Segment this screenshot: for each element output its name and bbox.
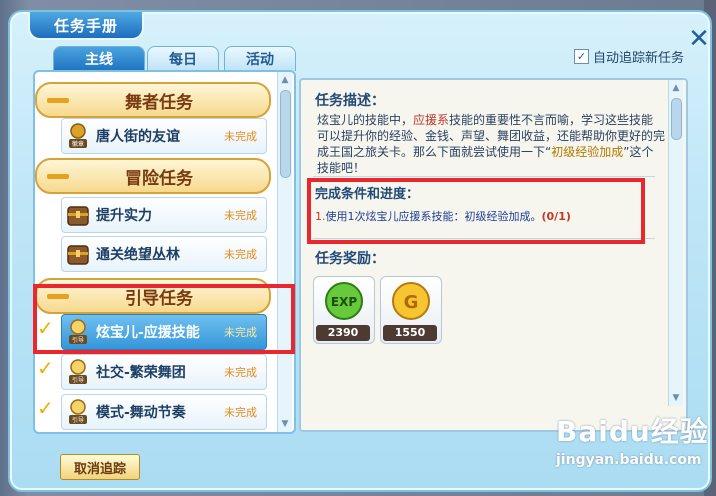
watermark-sub: jingyan.baidu.com bbox=[556, 452, 702, 468]
task-item[interactable]: 引导 模式-舞动节奏 未完成 bbox=[61, 394, 267, 430]
tab-main[interactable]: 主线 bbox=[53, 46, 145, 71]
tracked-check-icon: ✓ bbox=[37, 396, 54, 420]
category-label: 舞者任务 bbox=[125, 92, 193, 113]
scroll-thumb[interactable] bbox=[671, 98, 682, 140]
description-title: 任务描述： bbox=[315, 93, 385, 109]
checkbox-icon[interactable]: ✓ bbox=[574, 49, 589, 64]
badge-icon: 徽章 bbox=[69, 123, 87, 148]
svg-text:EXP: EXP bbox=[331, 295, 357, 309]
task-status: 未完成 bbox=[224, 248, 257, 261]
collapse-icon bbox=[47, 173, 69, 179]
task-detail-panel: 任务描述： 炫宝儿的技能中，应援系技能的重要性不言而喻，学习这些技能可以提升你的… bbox=[299, 78, 688, 432]
task-name: 唐人街的友谊 bbox=[96, 129, 180, 145]
task-list-scrollbar[interactable]: ▲ ▼ bbox=[277, 72, 292, 432]
desc-text: 炫宝儿的技能中， bbox=[317, 113, 414, 127]
scroll-down-icon[interactable]: ▼ bbox=[669, 392, 683, 404]
reward-value: 1550 bbox=[383, 325, 437, 341]
chest-icon bbox=[67, 206, 89, 226]
reward-gold: G 1550 bbox=[380, 276, 442, 344]
task-name: 模式-舞动节奏 bbox=[96, 405, 186, 421]
task-status: 未完成 bbox=[224, 209, 257, 222]
task-list-panel: 舞者任务 徽章 唐人街的友谊 未完成 冒险任务 提升实力 未完成 通关绝望丛林 … bbox=[33, 70, 296, 434]
tab-daily[interactable]: 每日 bbox=[147, 46, 219, 71]
category-dancer[interactable]: 舞者任务 bbox=[35, 82, 271, 118]
task-description: 炫宝儿的技能中，应援系技能的重要性不言而喻，学习这些技能可以提升你的经验、金钱、… bbox=[317, 112, 665, 176]
task-name: 提升实力 bbox=[96, 208, 152, 224]
task-name: 社交-繁荣舞团 bbox=[96, 365, 186, 381]
task-status: 未完成 bbox=[224, 130, 257, 143]
chest-icon bbox=[67, 245, 89, 265]
collapse-icon bbox=[47, 97, 69, 103]
svg-text:G: G bbox=[404, 292, 419, 313]
category-label: 冒险任务 bbox=[125, 168, 193, 189]
scroll-down-icon[interactable]: ▼ bbox=[278, 418, 292, 430]
divider bbox=[313, 176, 655, 177]
detail-scrollbar[interactable]: ▲ ▼ bbox=[668, 80, 683, 406]
guide-icon: 引导 bbox=[69, 399, 87, 424]
annotation-box bbox=[33, 284, 295, 354]
task-item[interactable]: 徽章 唐人街的友谊 未完成 bbox=[61, 118, 267, 154]
task-item[interactable]: 引导 社交-繁荣舞团 未完成 bbox=[61, 354, 267, 390]
task-item[interactable]: 通关绝望丛林 未完成 bbox=[61, 236, 267, 272]
scroll-thumb[interactable] bbox=[280, 90, 291, 178]
reward-value: 2390 bbox=[316, 325, 370, 341]
task-status: 未完成 bbox=[224, 406, 257, 419]
watermark: Baidu经验 jingyan.baidu.com bbox=[556, 410, 709, 468]
scroll-up-icon[interactable]: ▲ bbox=[278, 74, 292, 86]
task-item[interactable]: 提升实力 未完成 bbox=[61, 197, 267, 233]
reward-exp: EXP 2390 bbox=[313, 276, 375, 344]
guide-icon: 引导 bbox=[69, 359, 87, 384]
reward-title: 任务奖励： bbox=[315, 251, 385, 267]
task-status: 未完成 bbox=[224, 366, 257, 379]
cancel-track-button[interactable]: 取消追踪 bbox=[60, 454, 140, 480]
tab-event[interactable]: 活动 bbox=[224, 46, 296, 71]
category-adventure[interactable]: 冒险任务 bbox=[35, 158, 271, 194]
auto-track-label: 自动追踪新任务 bbox=[593, 51, 685, 66]
watermark-main: Baidu经验 bbox=[556, 415, 709, 448]
auto-track-toggle[interactable]: ✓ 自动追踪新任务 bbox=[574, 47, 684, 66]
svg-text:引导: 引导 bbox=[72, 416, 84, 424]
window-title: 任务手册 bbox=[28, 12, 144, 40]
annotation-box bbox=[307, 178, 645, 244]
desc-highlight: 应援系 bbox=[413, 113, 450, 127]
svg-text:徽章: 徽章 bbox=[72, 140, 84, 148]
task-name: 通关绝望丛林 bbox=[96, 247, 180, 263]
exp-icon: EXP bbox=[325, 282, 363, 320]
gold-coin-icon: G bbox=[392, 282, 430, 320]
close-icon[interactable]: ✕ bbox=[686, 26, 712, 52]
tracked-check-icon: ✓ bbox=[37, 356, 54, 380]
scroll-up-icon[interactable]: ▲ bbox=[669, 82, 683, 94]
desc-highlight: 初级经验加成 bbox=[551, 145, 624, 159]
svg-text:引导: 引导 bbox=[72, 376, 84, 384]
